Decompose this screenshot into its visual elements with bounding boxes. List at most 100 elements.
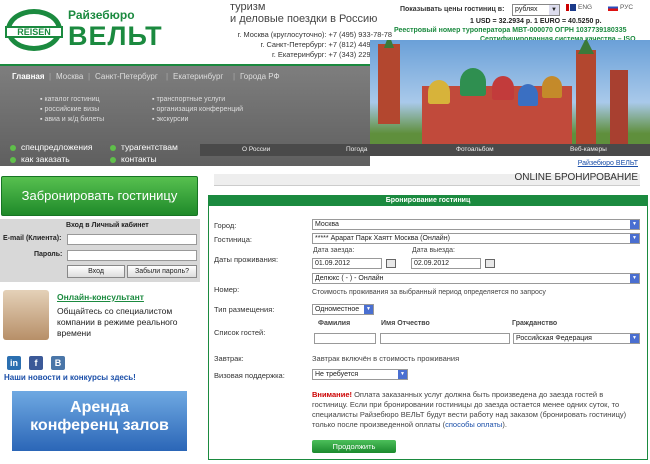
visa-label: Визовая поддержка: bbox=[214, 371, 285, 380]
hotel-value: ***** Арарат Парк Хаятт Москва (Онлайн) bbox=[315, 235, 450, 242]
guest-lastname-input[interactable] bbox=[314, 333, 376, 344]
consultant-avatar[interactable] bbox=[3, 290, 49, 340]
nav-cities[interactable]: Города РФ bbox=[240, 72, 280, 81]
col-lastname: Фамилия bbox=[318, 320, 351, 327]
accommodation-select[interactable]: Одноместное ▼ bbox=[312, 304, 374, 315]
room-label: Номер: bbox=[214, 285, 240, 294]
tab-webcams[interactable]: Веб-камеры bbox=[570, 146, 607, 153]
checkout-label: Дата выезда: bbox=[412, 247, 455, 254]
breakfast-value: Завтрак включён в стоимость проживания bbox=[312, 354, 460, 363]
sub-visas-label: российские визы bbox=[44, 106, 100, 113]
news-link[interactable]: Наши новости и конкурсы здесь! bbox=[4, 373, 136, 382]
bullet-icon bbox=[10, 156, 16, 163]
sub-conferences[interactable]: ▪ организация конференций bbox=[152, 106, 243, 113]
calendar-icon[interactable] bbox=[386, 259, 396, 268]
checkout-field[interactable]: 02.09.2012 bbox=[411, 258, 481, 269]
linkedin-icon[interactable]: in bbox=[7, 356, 21, 370]
nav-moscow[interactable]: Москва bbox=[56, 72, 83, 81]
dates-label: Даты проживания: bbox=[214, 255, 279, 264]
chevron-down-icon: ▼ bbox=[630, 220, 639, 229]
chevron-down-icon: ▼ bbox=[630, 234, 639, 243]
nav-contacts-label: контакты bbox=[121, 154, 157, 164]
hotel-select[interactable]: ***** Арарат Парк Хаятт Москва (Онлайн) … bbox=[312, 233, 640, 244]
continue-button[interactable]: Продолжить bbox=[312, 440, 396, 453]
ru-flag-icon bbox=[608, 4, 618, 11]
nav-agencies[interactable]: турагентствам bbox=[110, 142, 178, 152]
chevron-down-icon: ▼ bbox=[398, 370, 407, 379]
sub-transport[interactable]: ▪ транспортные услуги bbox=[152, 96, 225, 103]
checkin-field[interactable]: 01.09.2012 bbox=[312, 258, 382, 269]
login-title: Вход в Личный кабинет bbox=[66, 222, 149, 229]
email-field[interactable] bbox=[67, 234, 197, 245]
lang-en-label: ENG bbox=[578, 4, 593, 12]
city-select[interactable]: Москва ▼ bbox=[312, 219, 640, 230]
nav-spb[interactable]: Санкт-Петербург bbox=[95, 72, 158, 81]
tagline-2: и деловые поездки в Россию bbox=[230, 13, 378, 25]
lang-en[interactable]: ENG bbox=[566, 4, 592, 11]
book-hotel-button[interactable]: Забронировать гостиницу bbox=[1, 176, 198, 216]
logo-emblem[interactable]: REISEN bbox=[5, 9, 63, 51]
nav-contacts[interactable]: контакты bbox=[110, 154, 157, 164]
registry-number: Реестровый номер туроператора МВТ-000070… bbox=[394, 27, 627, 34]
nav-ekb[interactable]: Екатеринбург bbox=[173, 72, 223, 81]
breakfast-label: Завтрак: bbox=[214, 354, 244, 363]
sub-tickets-label: авиа и ж/д билеты bbox=[44, 116, 105, 123]
citizenship-select[interactable]: Российская Федерация ▼ bbox=[513, 333, 640, 344]
nav-agencies-label: турагентствам bbox=[121, 142, 178, 152]
sub-catalog-label: каталог гостиниц bbox=[44, 96, 100, 103]
nav-separator: | bbox=[233, 72, 236, 81]
tab-about-russia[interactable]: О России bbox=[242, 146, 270, 153]
tab-photos[interactable]: Фотоальбом bbox=[456, 146, 494, 153]
chevron-down-icon: ▼ bbox=[364, 305, 373, 314]
sub-transport-label: транспортные услуги bbox=[156, 96, 226, 103]
room-select[interactable]: Делюкс ( - ) - Онлайн ▼ bbox=[312, 273, 640, 284]
nav-specials-label: спецпредложения bbox=[21, 142, 93, 152]
chevron-down-icon: ▼ bbox=[549, 5, 559, 15]
accommodation-value: Одноместное bbox=[315, 306, 360, 313]
currency-select[interactable]: рублях ▼ bbox=[512, 4, 560, 16]
sub-excursions[interactable]: ▪ экскурсии bbox=[152, 116, 188, 123]
sub-tickets[interactable]: ▪ авиа и ж/д билеты bbox=[40, 116, 104, 123]
login-button[interactable]: Вход bbox=[67, 265, 125, 278]
banner-line1: Аренда bbox=[70, 399, 129, 416]
bullet-icon bbox=[110, 144, 116, 151]
logo-line2: ВЕЛЬТ bbox=[68, 21, 163, 51]
vkontakte-icon[interactable]: B bbox=[51, 356, 65, 370]
chevron-down-icon: ▼ bbox=[630, 334, 639, 343]
email-label: E-mail (Клиента): bbox=[3, 235, 62, 242]
consultant-link[interactable]: Онлайн-консультант bbox=[57, 292, 144, 302]
nav-home[interactable]: Главная bbox=[12, 72, 45, 81]
payment-methods-link[interactable]: способы оплаты bbox=[445, 420, 502, 429]
password-label: Пароль: bbox=[34, 251, 63, 258]
conference-banner[interactable]: Аренда конференц залов bbox=[12, 391, 187, 451]
breadcrumb[interactable]: Райзебюро ВЕЛЬТ bbox=[578, 160, 638, 167]
consultant-description: Общайтесь со специалистом компании в реж… bbox=[57, 306, 178, 338]
guest-name-input[interactable] bbox=[380, 333, 510, 344]
tagline-1: туризм bbox=[230, 1, 266, 13]
sub-visas[interactable]: ▪ российские визы bbox=[40, 106, 99, 113]
facebook-icon[interactable]: f bbox=[29, 356, 43, 370]
warning-end: ). bbox=[502, 420, 507, 429]
nav-how-to-order[interactable]: как заказать bbox=[10, 154, 70, 164]
citizenship-value: Российская Федерация bbox=[516, 335, 592, 342]
phone-moscow: г. Москва (круглосуточно): +7 (495) 933-… bbox=[237, 30, 392, 39]
form-header: Бронирование гостиниц bbox=[209, 196, 647, 206]
visa-select[interactable]: Не требуется ▼ bbox=[312, 369, 408, 380]
password-field[interactable] bbox=[67, 250, 197, 261]
nav-specials[interactable]: спецпредложения bbox=[10, 142, 92, 152]
nav-how-to-order-label: как заказать bbox=[21, 154, 70, 164]
city-label: Город: bbox=[214, 221, 237, 230]
tab-weather[interactable]: Погода bbox=[346, 146, 367, 153]
forgot-password-button[interactable]: Забыли пароль? bbox=[127, 265, 197, 278]
warning-title: Внимание! bbox=[312, 390, 352, 399]
currency-value: рублях bbox=[515, 6, 538, 13]
lang-ru[interactable]: РУС bbox=[608, 4, 633, 11]
exchange-rates: 1 USD = 32.2934 р. 1 EURO = 40.5250 р. bbox=[470, 18, 602, 25]
sub-catalog[interactable]: ▪ каталог гостиниц bbox=[40, 96, 100, 103]
payment-warning: Внимание! Оплата заказанных услуг должна… bbox=[312, 390, 638, 430]
lang-ru-label: РУС bbox=[620, 4, 634, 12]
checkin-label: Дата заезда: bbox=[313, 247, 355, 254]
nav-separator: | bbox=[49, 72, 52, 81]
calendar-icon[interactable] bbox=[485, 259, 495, 268]
uk-flag-icon bbox=[566, 4, 576, 11]
